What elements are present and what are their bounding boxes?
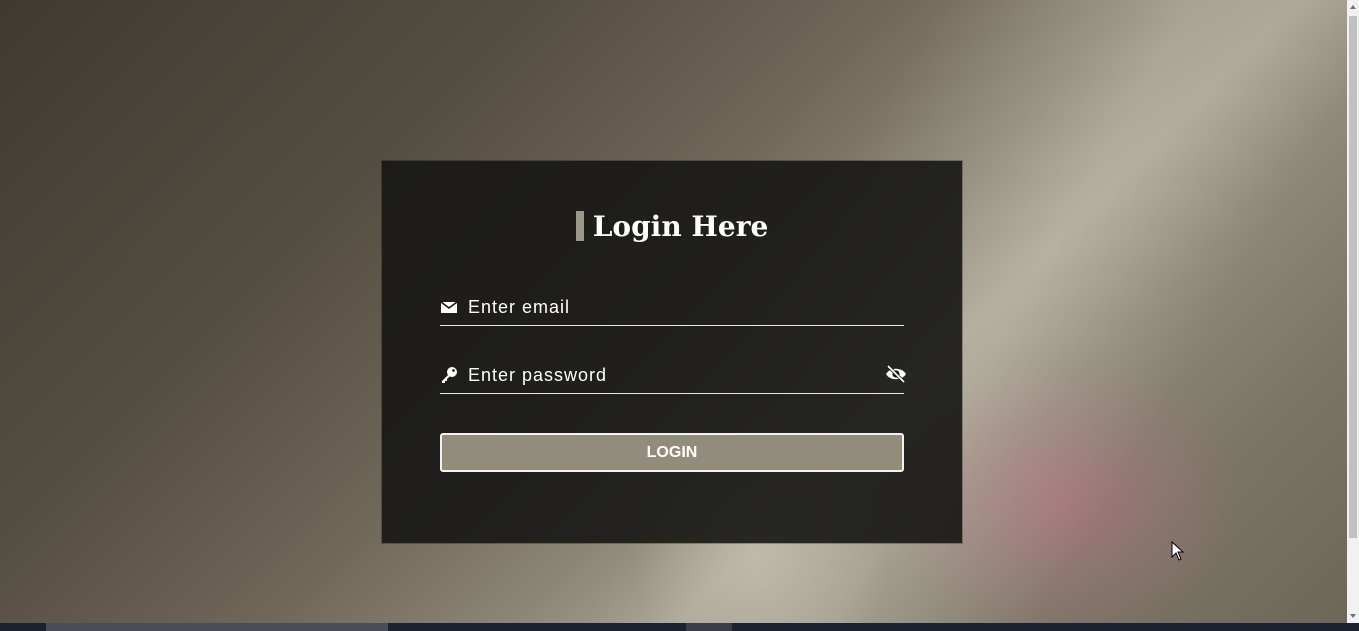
scroll-thumb[interactable]: [1349, 16, 1357, 538]
mouse-cursor-icon: [1171, 541, 1185, 561]
scroll-down-icon[interactable]: [1350, 614, 1356, 618]
key-icon: [442, 367, 457, 383]
taskbar: [0, 623, 1359, 631]
vertical-scrollbar[interactable]: [1347, 0, 1359, 623]
login-header: Login Here: [382, 207, 962, 247]
email-field: [440, 289, 904, 326]
scroll-up-icon[interactable]: [1350, 5, 1356, 9]
envelope-icon: [440, 301, 458, 313]
login-button[interactable]: LOGIN: [440, 433, 904, 472]
password-field: [440, 357, 906, 394]
title-accent-bar: [575, 211, 584, 241]
email-input[interactable]: [468, 293, 878, 321]
taskbar-item[interactable]: [46, 623, 388, 631]
login-title: Login Here: [592, 210, 769, 243]
eye-slash-icon[interactable]: [884, 364, 908, 384]
password-input[interactable]: [468, 361, 878, 389]
login-card: Login Here LOGIN: [382, 161, 962, 543]
taskbar-item[interactable]: [686, 623, 732, 631]
